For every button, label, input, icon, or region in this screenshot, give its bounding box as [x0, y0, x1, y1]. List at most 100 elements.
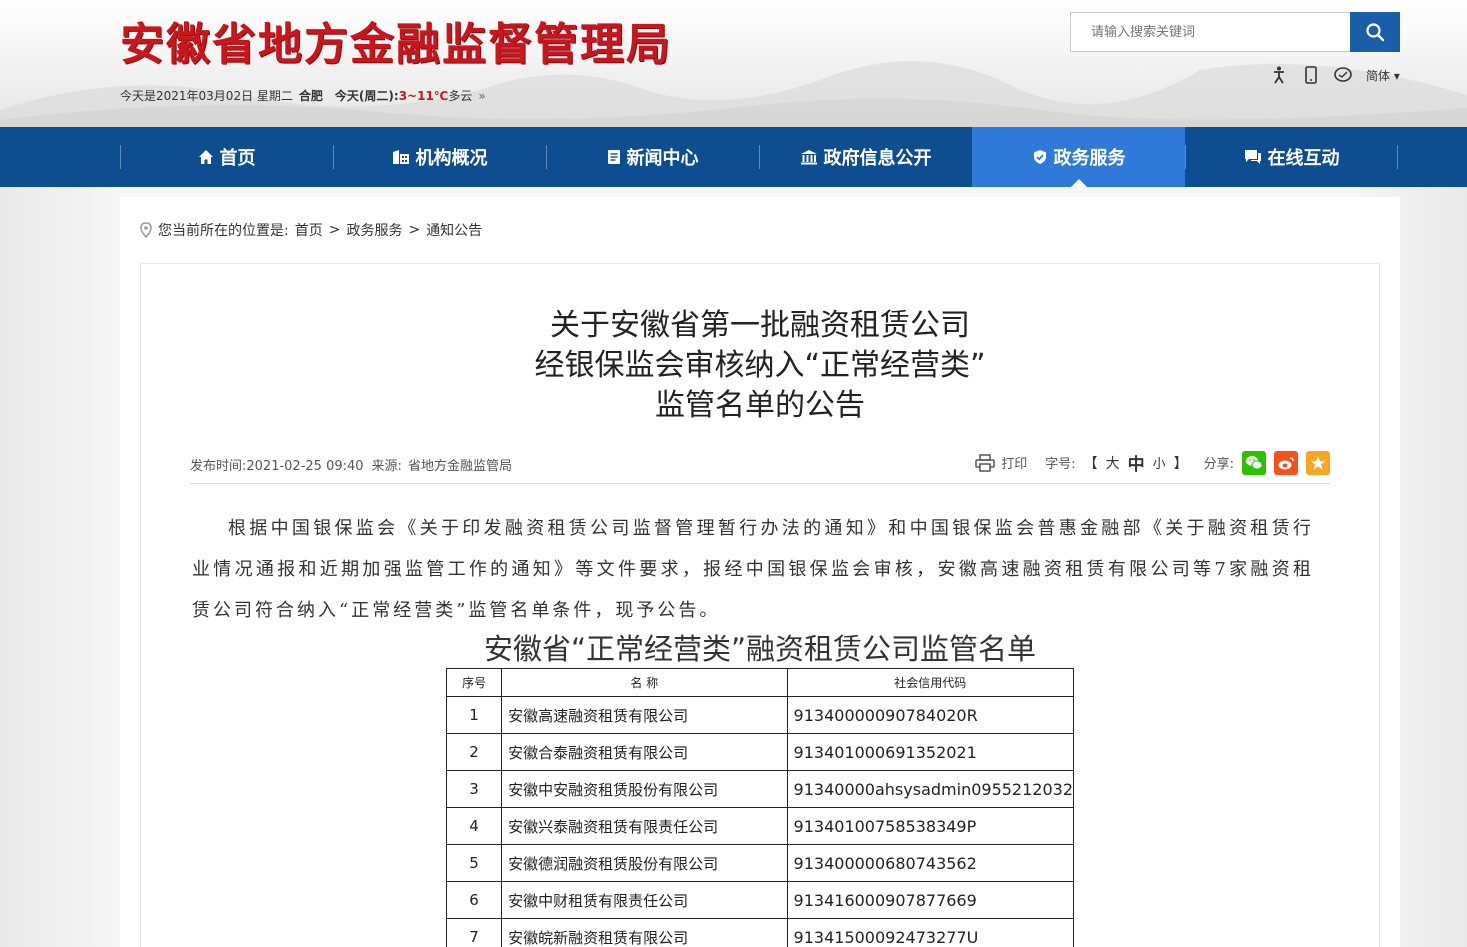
- article-title: 关于安徽省第一批融资租赁公司 经银保监会审核纳入“正常经营类” 监管名单的公告: [140, 306, 1380, 426]
- chevron-down-icon: ▾: [1390, 68, 1400, 83]
- nav-item-interaction[interactable]: 在线互动: [1185, 127, 1398, 187]
- breadcrumb: 您当前所在的位置是: 首页 > 政务服务 > 通知公告: [140, 220, 482, 240]
- printer-icon: [975, 453, 995, 472]
- source-label: 来源:: [371, 459, 402, 474]
- font-bracket: 】: [1173, 455, 1188, 472]
- star-icon: [1311, 455, 1325, 469]
- site-title[interactable]: 安徽省地方金融监督管理局: [120, 8, 672, 72]
- nav-label: 首页: [219, 148, 256, 169]
- breadcrumb-home[interactable]: 首页: [295, 220, 323, 240]
- cell-credit-code: 913416000907877669: [786, 881, 1075, 919]
- search-input[interactable]: [1070, 12, 1350, 52]
- share-label: 分享:: [1203, 457, 1234, 472]
- header-tools: 简体 ▾: [1270, 66, 1400, 84]
- cell-credit-code: 91340000090784020R: [786, 696, 1075, 734]
- font-large-button[interactable]: 大: [1106, 453, 1120, 473]
- cell-index: 2: [445, 733, 503, 771]
- nav-item-news[interactable]: 新闻中心: [546, 127, 759, 187]
- cell-company: 安徽皖新融资租赁有限公司: [501, 918, 788, 947]
- city: 合肥: [298, 89, 323, 103]
- nav-item-organization[interactable]: 机构概况: [333, 127, 546, 187]
- nav-label: 在线互动: [1267, 148, 1340, 169]
- article-body: 根据中国银保监会《关于印发融资租赁公司监督管理暂行办法的通知》和中国银保监会普惠…: [192, 518, 1314, 621]
- nav-item-gov-info[interactable]: 政府信息公开: [759, 127, 972, 187]
- table-row: 2 安徽合泰融资租赁有限公司 913401000691352021: [445, 733, 1075, 771]
- cell-company: 安徽高速融资租赁有限公司: [501, 696, 788, 734]
- publish-label: 发布时间:: [190, 459, 247, 474]
- table-row: 3 安徽中安融资租赁股份有限公司 91340000ahsysadmin09552…: [445, 770, 1075, 808]
- title-line: 关于安徽省第一批融资租赁公司: [550, 308, 970, 343]
- font-bracket: 【: [1083, 455, 1098, 472]
- font-size-label: 字号:: [1045, 457, 1076, 472]
- weather-desc: 多云: [448, 89, 473, 103]
- column-header: 社会信用代码: [786, 668, 1075, 697]
- search-box: [1070, 12, 1400, 52]
- weather-more-link[interactable]: »: [478, 89, 485, 103]
- mobile-icon[interactable]: [1302, 66, 1320, 84]
- nav-item-home[interactable]: 首页: [120, 127, 333, 187]
- nav-label: 政府信息公开: [823, 148, 932, 169]
- language-switch[interactable]: 简体 ▾: [1366, 67, 1400, 84]
- temperature: 3~11℃: [398, 89, 449, 103]
- cell-credit-code: 913401000691352021: [786, 733, 1075, 771]
- breadcrumb-separator: >: [328, 222, 341, 238]
- cell-credit-code: 913400000680743562: [786, 844, 1075, 882]
- nav-item-services[interactable]: 政务服务: [972, 127, 1185, 187]
- table-row: 7 安徽皖新融资租赁有限公司 91341500092473277U: [445, 918, 1075, 947]
- chat-icon: [1244, 150, 1261, 164]
- cell-company: 安徽中安融资租赁股份有限公司: [501, 770, 788, 808]
- search-button[interactable]: [1350, 12, 1400, 52]
- nav-label: 政务服务: [1053, 148, 1126, 169]
- title-line: 监管名单的公告: [655, 388, 865, 423]
- table-row: 5 安徽德润融资租赁股份有限公司 913400000680743562: [445, 844, 1075, 882]
- accessibility-icon[interactable]: [1270, 66, 1288, 84]
- table-row: 6 安徽中财租赁有限责任公司 913416000907877669: [445, 881, 1075, 919]
- table-header-row: 序号 名 称 社会信用代码: [445, 668, 1075, 697]
- breadcrumb-services[interactable]: 政务服务: [346, 220, 402, 240]
- cell-credit-code: 91340000ahsysadmin0955212032: [786, 770, 1075, 808]
- cell-index: 3: [445, 770, 503, 808]
- message-icon[interactable]: [1334, 66, 1352, 84]
- print-button[interactable]: 打印: [975, 453, 1027, 472]
- share-wechat-button[interactable]: [1242, 450, 1266, 475]
- weibo-icon: [1278, 456, 1294, 469]
- company-list-table: 序号 名 称 社会信用代码 1 安徽高速融资租赁有限公司 91340000090…: [445, 668, 1075, 947]
- date-weather-line: 今天是2021年03月02日 星期二 合肥 今天(周二): 3~11℃多云 »: [120, 87, 486, 104]
- share-weibo-button[interactable]: [1274, 450, 1298, 475]
- news-icon: [607, 150, 620, 164]
- nav-label: 机构概况: [415, 148, 488, 169]
- site-header: 安徽省地方金融监督管理局 今天是2021年03月02日 星期二 合肥 今天(周二…: [0, 0, 1467, 127]
- active-indicator: [1070, 179, 1087, 187]
- breadcrumb-separator: >: [408, 222, 421, 238]
- government-icon: [800, 150, 817, 165]
- font-medium-button[interactable]: 中: [1128, 450, 1145, 475]
- building-icon: [392, 150, 409, 164]
- table-row: 1 安徽高速融资租赁有限公司 91340000090784020R: [445, 696, 1075, 734]
- share-favorite-button[interactable]: [1306, 450, 1330, 475]
- current-date: 今天是2021年03月02日 星期二: [120, 89, 293, 103]
- column-header: 序号: [445, 668, 503, 697]
- article-meta: 发布时间:2021-02-25 09:40 来源: 省地方金融监管局 打印 字号:…: [190, 450, 1330, 484]
- location-pin-icon: [140, 222, 152, 238]
- title-line: 经银保监会审核纳入“正常经营类”: [534, 348, 986, 383]
- cell-index: 6: [445, 881, 503, 919]
- cell-index: 5: [445, 844, 503, 882]
- cell-company: 安徽中财租赁有限责任公司: [501, 881, 788, 919]
- cell-company: 安徽德润融资租赁股份有限公司: [501, 844, 788, 882]
- cell-index: 7: [445, 918, 503, 947]
- cell-index: 4: [445, 807, 503, 845]
- main-nav: 首页 机构概况 新闻中心 政府信息公开 政务服务 在线互动: [0, 127, 1467, 187]
- cell-credit-code: 91341500092473277U: [786, 918, 1075, 947]
- font-small-button[interactable]: 小: [1153, 453, 1166, 472]
- breadcrumb-notices[interactable]: 通知公告: [426, 220, 482, 240]
- cell-index: 1: [445, 696, 503, 734]
- weather-label: 今天(周二):: [334, 89, 399, 103]
- wechat-icon: [1246, 455, 1263, 469]
- cell-credit-code: 91340100758538349P: [786, 807, 1075, 845]
- table-row: 4 安徽兴泰融资租赁有限责任公司 91340100758538349P: [445, 807, 1075, 845]
- publish-time: 2021-02-25 09:40: [246, 459, 364, 474]
- source: 省地方金融监管局: [407, 459, 512, 474]
- breadcrumb-prefix: 您当前所在的位置是:: [158, 223, 289, 239]
- cell-company: 安徽合泰融资租赁有限公司: [501, 733, 788, 771]
- service-icon: [1033, 150, 1046, 164]
